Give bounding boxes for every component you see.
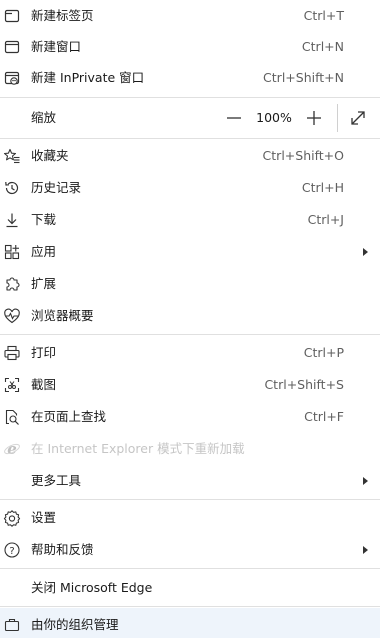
- zoom-in-button[interactable]: [300, 104, 328, 132]
- menu-item-browser-essentials[interactable]: 浏览器概要: [0, 300, 380, 332]
- menu-item-label: 在 Internet Explorer 模式下重新加载: [31, 441, 245, 456]
- menu-item-label: 收藏夹: [31, 148, 69, 163]
- zoom-label: 缩放: [31, 110, 57, 125]
- menu-separator: [0, 568, 380, 569]
- print-icon: [3, 344, 21, 362]
- submenu-arrow-icon: [363, 546, 368, 554]
- heartbeat-icon: [3, 307, 21, 325]
- menu-item-shortcut: Ctrl+Shift+S: [264, 377, 344, 392]
- help-icon: ?: [3, 541, 21, 559]
- menu-item-label: 新建 InPrivate 窗口: [31, 70, 145, 85]
- menu-item-label: 下载: [31, 212, 57, 227]
- menu-item-new-window[interactable]: 新建窗口 Ctrl+N: [0, 31, 380, 63]
- zoom-divider: [337, 104, 338, 132]
- menu-item-label: 浏览器概要: [31, 308, 94, 323]
- menu-item-label: 历史记录: [31, 180, 82, 195]
- menu-item-label: 更多工具: [31, 473, 82, 488]
- menu-item-zoom: 缩放 100%: [0, 98, 380, 138]
- menu-item-more-tools[interactable]: 更多工具: [0, 465, 380, 497]
- submenu-arrow-icon: [363, 477, 368, 485]
- briefcase-icon: [3, 616, 21, 634]
- menu-item-label: 新建标签页: [31, 8, 94, 23]
- menu-item-print[interactable]: 打印 Ctrl+P: [0, 337, 380, 369]
- menu-item-favorites[interactable]: 收藏夹 Ctrl+Shift+O: [0, 140, 380, 172]
- svg-text:e: e: [7, 440, 17, 458]
- menu-item-label: 截图: [31, 377, 57, 392]
- find-icon: [3, 408, 21, 426]
- menu-item-apps[interactable]: 应用: [0, 236, 380, 268]
- menu-item-label: 设置: [31, 510, 57, 525]
- menu-item-shortcut: Ctrl+T: [303, 8, 344, 23]
- favorites-icon: [3, 147, 21, 165]
- menu-item-shortcut: Ctrl+F: [304, 409, 344, 424]
- edge-settings-menu: 新建标签页 Ctrl+T 新建窗口 Ctrl+N 新建 InPrivate 窗口…: [0, 0, 380, 638]
- menu-separator: [0, 138, 380, 139]
- apps-icon: [3, 243, 21, 261]
- menu-item-downloads[interactable]: 下载 Ctrl+J: [0, 204, 380, 236]
- zoom-level: 100%: [256, 110, 292, 125]
- menu-item-find[interactable]: 在页面上查找 Ctrl+F: [0, 401, 380, 433]
- menu-item-screenshot[interactable]: 截图 Ctrl+Shift+S: [0, 369, 380, 401]
- menu-item-shortcut: Ctrl+J: [307, 212, 344, 227]
- menu-item-label: 在页面上查找: [31, 409, 107, 424]
- menu-item-shortcut: Ctrl+H: [301, 180, 344, 195]
- menu-item-shortcut: Ctrl+Shift+O: [262, 148, 344, 163]
- menu-item-shortcut: Ctrl+P: [303, 345, 344, 360]
- menu-item-label: 应用: [31, 244, 57, 259]
- menu-item-label: 关闭 Microsoft Edge: [31, 580, 153, 595]
- menu-item-close-edge[interactable]: 关闭 Microsoft Edge: [0, 572, 380, 604]
- submenu-arrow-icon: [363, 248, 368, 256]
- svg-text:?: ?: [9, 546, 14, 557]
- menu-item-ie-mode: e 在 Internet Explorer 模式下重新加载: [0, 433, 380, 465]
- menu-separator: [0, 499, 380, 500]
- new-tab-icon: [3, 7, 21, 25]
- fullscreen-button[interactable]: [344, 104, 372, 132]
- new-window-icon: [3, 38, 21, 56]
- inprivate-icon: [3, 69, 21, 87]
- fullscreen-icon: [351, 111, 365, 125]
- plus-icon: [307, 111, 321, 125]
- menu-item-settings[interactable]: 设置: [0, 502, 380, 534]
- menu-item-label: 由你的组织管理: [31, 617, 119, 632]
- settings-icon: [3, 509, 21, 527]
- menu-separator: [0, 606, 380, 607]
- extensions-icon: [3, 275, 21, 293]
- menu-separator: [0, 334, 380, 335]
- menu-item-label: 打印: [31, 345, 57, 360]
- menu-item-label: 扩展: [31, 276, 57, 291]
- menu-item-label: 帮助和反馈: [31, 542, 94, 557]
- screenshot-icon: [3, 376, 21, 394]
- ie-icon: e: [3, 440, 21, 458]
- menu-item-extensions[interactable]: 扩展: [0, 268, 380, 300]
- menu-item-shortcut: Ctrl+N: [301, 39, 344, 54]
- menu-item-history[interactable]: 历史记录 Ctrl+H: [0, 172, 380, 204]
- menu-item-label: 新建窗口: [31, 39, 82, 54]
- menu-item-shortcut: Ctrl+Shift+N: [263, 70, 344, 85]
- history-icon: [3, 179, 21, 197]
- managed-by-organization[interactable]: 由你的组织管理: [0, 608, 380, 638]
- download-icon: [3, 211, 21, 229]
- minus-icon: [227, 117, 241, 119]
- menu-item-new-tab[interactable]: 新建标签页 Ctrl+T: [0, 0, 380, 32]
- menu-item-help[interactable]: ? 帮助和反馈: [0, 534, 380, 566]
- zoom-out-button[interactable]: [220, 104, 248, 132]
- menu-item-new-inprivate[interactable]: 新建 InPrivate 窗口 Ctrl+Shift+N: [0, 62, 380, 94]
